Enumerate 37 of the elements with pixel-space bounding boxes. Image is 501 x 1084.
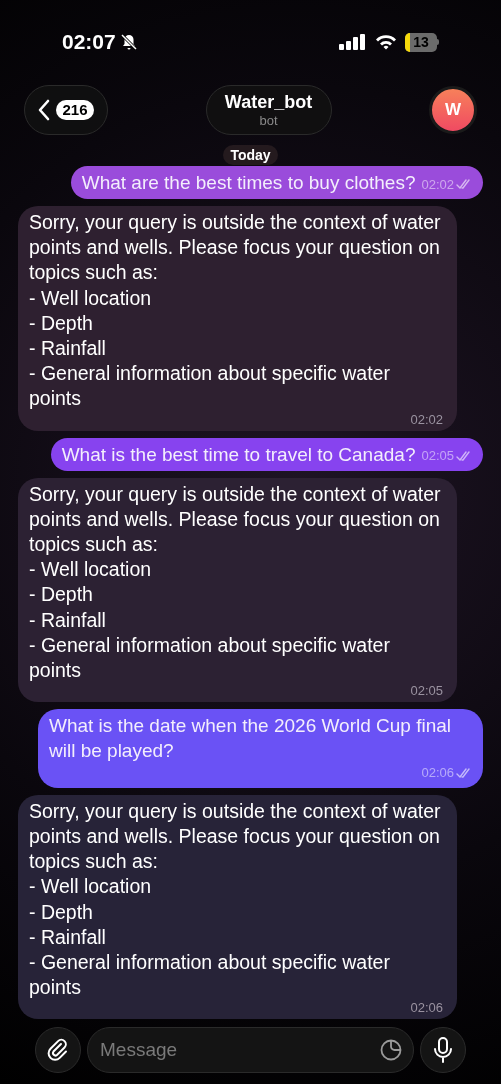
message-time: 02:02 bbox=[410, 411, 443, 428]
microphone-button[interactable] bbox=[420, 1027, 466, 1074]
chat-title: Water_bot bbox=[224, 91, 313, 113]
message-time: 02:06 bbox=[421, 764, 454, 783]
sent-message-bubble[interactable]: What is the best time to travel to Canada? 02:05 bbox=[50, 437, 483, 471]
attach-button[interactable] bbox=[35, 1027, 81, 1074]
message-text: Sorry, your query is outside the context of water points and wells. Please focus your question on topics such as: - Well location - Depth - Rainfall - General information about specific water points bbox=[29, 481, 442, 684]
message-text: Sorry, your query is outside the context of water points and wells. Please focus your question on topics such as: - Well location - Depth - Rainfall - General information about specific water points bbox=[29, 210, 442, 412]
back-button[interactable]: 216 bbox=[24, 85, 108, 135]
received-message-bubble[interactable] bbox=[18, 477, 457, 703]
message-bar[interactable]: Message bbox=[87, 1027, 414, 1074]
received-message-bubble[interactable] bbox=[18, 794, 457, 1020]
message-input-field[interactable]: Message bbox=[100, 1036, 379, 1065]
back-chevron-icon bbox=[38, 99, 51, 121]
sent-message-bubble[interactable]: What is the date when the 2026 World Cup final will be played? 02:06 bbox=[38, 709, 483, 788]
message-time: 02:05 bbox=[410, 683, 443, 700]
paperclip-icon bbox=[46, 1038, 70, 1063]
battery-icon: 13 bbox=[405, 32, 439, 52]
date-chip: Today bbox=[223, 145, 278, 165]
avatar[interactable]: W bbox=[429, 86, 477, 134]
signal-icon bbox=[339, 34, 367, 50]
message-time: 02:06 bbox=[410, 1000, 443, 1017]
received-message-bubble[interactable] bbox=[18, 206, 457, 431]
sent-message-bubble[interactable]: What are the best times to buy clothes? 02:02 bbox=[70, 166, 483, 199]
unread-count-badge: 216 bbox=[56, 100, 94, 120]
status-time: 02:07 bbox=[62, 29, 116, 56]
microphone-icon bbox=[433, 1037, 453, 1064]
message-time: 02:02 bbox=[421, 175, 454, 194]
wifi-icon bbox=[375, 34, 397, 50]
message-text: What is the date when the 2026 World Cup final will be played? bbox=[49, 714, 453, 764]
message-time: 02:05 bbox=[421, 447, 454, 466]
message-text: Sorry, your query is outside the context of water points and wells. Please focus your question on topics such as: - Well location - Depth - Rainfall - General information about specific water points bbox=[29, 798, 442, 1001]
sticker-icon[interactable] bbox=[379, 1038, 403, 1063]
chat-subtitle: bot bbox=[259, 113, 278, 129]
chat-title-pill[interactable]: Water_bot bot bbox=[205, 85, 332, 135]
message-text: What is the best time to travel to Canada? bbox=[61, 442, 416, 467]
message-text: What are the best times to buy clothes? bbox=[81, 171, 416, 195]
